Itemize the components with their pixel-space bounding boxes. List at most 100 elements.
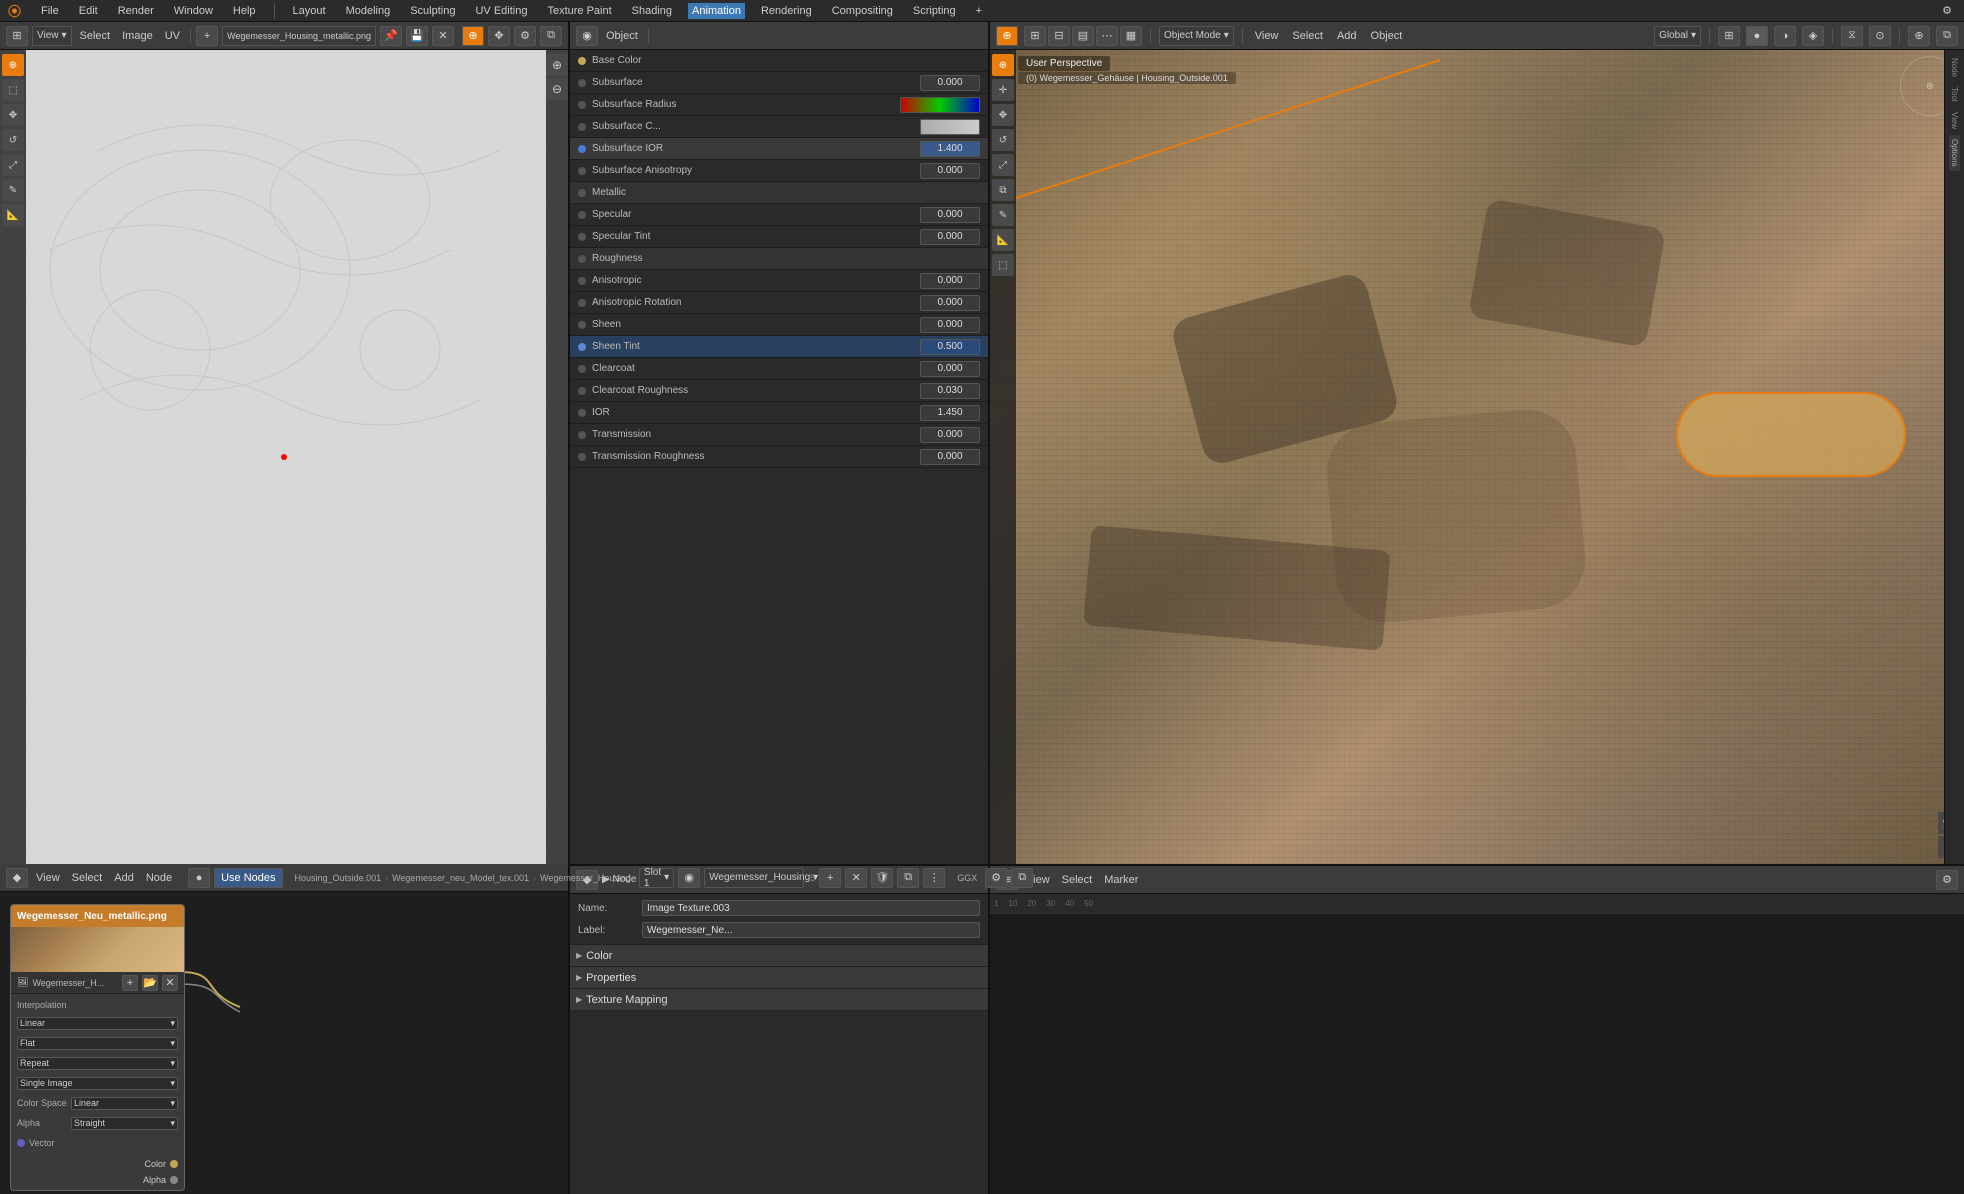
vp-icon1[interactable]: ⊞ xyxy=(1024,26,1046,46)
tab-tool[interactable]: Tool xyxy=(1949,83,1960,106)
alpha-select[interactable]: Straight ▾ xyxy=(71,1117,178,1130)
vp-overlay[interactable]: ⧉ xyxy=(1936,26,1958,46)
node-editor-icon[interactable]: ◆ xyxy=(6,868,28,888)
source-select[interactable]: Single Image ▾ xyxy=(17,1077,178,1090)
vp-material[interactable]: ◑ xyxy=(1774,26,1796,46)
tab-view[interactable]: View xyxy=(1949,108,1960,133)
tool-cursor[interactable]: ⊕ xyxy=(2,54,24,76)
vp-tool-rotate[interactable]: ↺ xyxy=(992,129,1014,151)
subsurface-value[interactable]: 0.000 xyxy=(920,75,980,91)
projection-select[interactable]: Flat ▾ xyxy=(17,1037,178,1050)
sh-object[interactable]: Object xyxy=(602,28,642,44)
vp-tool-cursor[interactable]: ✛ xyxy=(992,79,1014,101)
vp-snap[interactable]: ⧖ xyxy=(1841,26,1863,46)
ba-marker[interactable]: Marker xyxy=(1100,872,1142,888)
subsurface-color-value[interactable] xyxy=(920,119,980,135)
tool-rotate[interactable]: ↺ xyxy=(2,129,24,151)
ne-node[interactable]: Node xyxy=(142,870,176,886)
ne-settings[interactable]: ⚙ xyxy=(985,868,1007,888)
uv-new[interactable]: + xyxy=(196,26,218,46)
node-img-open[interactable]: 📂 xyxy=(142,975,158,991)
vp-tool-scale[interactable]: ⤢ xyxy=(992,154,1014,176)
menu-render[interactable]: Render xyxy=(114,3,158,19)
uv-orbit[interactable]: ⊕ xyxy=(462,26,484,46)
vp-add[interactable]: Add xyxy=(1333,28,1361,44)
interpolation-select[interactable]: Linear ▾ xyxy=(17,1017,178,1030)
tab-node[interactable]: Node xyxy=(1949,54,1960,81)
ne-unlink[interactable]: ✕ xyxy=(845,868,867,888)
ba-settings[interactable]: ⚙ xyxy=(1936,870,1958,890)
uv-settings[interactable]: ⚙ xyxy=(514,26,536,46)
vp-tool-add[interactable]: ⬚ xyxy=(992,254,1014,276)
uv-image[interactable]: Image xyxy=(118,28,157,44)
slot-dropdown[interactable]: Slot 1 ▾ xyxy=(639,868,674,888)
vp-tool-select[interactable]: ⊕ xyxy=(992,54,1014,76)
transmission-value[interactable]: 0.000 xyxy=(920,427,980,443)
uv-close[interactable]: ✕ xyxy=(432,26,454,46)
subsurface-ior-value[interactable]: 1.400 xyxy=(920,141,980,157)
extension-select[interactable]: Repeat ▾ xyxy=(17,1057,178,1070)
menu-file[interactable]: File xyxy=(37,3,63,19)
vp-tool-transform[interactable]: ⧉ xyxy=(992,179,1014,201)
uv-filename-dropdown[interactable]: Wegemesser_Housing_metallic.png xyxy=(222,26,376,46)
ne-extra[interactable]: ⋮ xyxy=(923,868,945,888)
specular-value[interactable]: 0.000 xyxy=(920,207,980,223)
uv-pan[interactable]: ✥ xyxy=(488,26,510,46)
vp-view[interactable]: View xyxy=(1251,28,1283,44)
vp-tool-annotate[interactable]: ✎ xyxy=(992,204,1014,226)
transmission-roughness-value[interactable]: 0.000 xyxy=(920,449,980,465)
uv-editor-icon[interactable]: ⊞ xyxy=(6,26,28,46)
menu-uv-editing[interactable]: UV Editing xyxy=(471,3,531,19)
material-dropdown[interactable]: Wegemesser_Housing ▾ xyxy=(704,868,804,888)
uv-pin[interactable]: 📌 xyxy=(380,26,402,46)
vp-xray[interactable]: ⊞ xyxy=(1718,26,1740,46)
tool-annotate[interactable]: ✎ xyxy=(2,179,24,201)
ne-object-icon[interactable]: ● xyxy=(188,868,210,888)
ne-use-nodes-check[interactable]: Use Nodes xyxy=(214,868,282,888)
subsurface-anisotropy-value[interactable]: 0.000 xyxy=(920,163,980,179)
sheen-tint-value[interactable]: 0.500 xyxy=(920,339,980,355)
menu-gear[interactable]: ⚙ xyxy=(1938,2,1956,19)
menu-compositing[interactable]: Compositing xyxy=(828,3,897,19)
vp-icon4[interactable]: ⋯ xyxy=(1096,26,1118,46)
menu-shading[interactable]: Shading xyxy=(628,3,676,19)
tool-scale[interactable]: ⤢ xyxy=(2,154,24,176)
vp-gizmo[interactable]: ⊕ xyxy=(1908,26,1930,46)
vp-render[interactable]: ◈ xyxy=(1802,26,1824,46)
tool-measure[interactable]: 📐 xyxy=(2,204,24,226)
ne-new[interactable]: + xyxy=(819,868,841,888)
np-label-field[interactable]: Wegemesser_Ne... xyxy=(642,922,980,938)
menu-help[interactable]: Help xyxy=(229,3,260,19)
ne-add[interactable]: Add xyxy=(110,870,138,886)
tab-options[interactable]: Options xyxy=(1949,135,1960,171)
view-dropdown[interactable]: View ▾ xyxy=(32,26,72,46)
uv-save[interactable]: 💾 xyxy=(406,26,428,46)
ne-fake-user[interactable]: 🛡 xyxy=(871,868,893,888)
anisotropic-value[interactable]: 0.000 xyxy=(920,273,980,289)
uv-zoom-out[interactable]: ⊖ xyxy=(546,78,568,100)
sheen-value[interactable]: 0.000 xyxy=(920,317,980,333)
tool-move[interactable]: ✥ xyxy=(2,104,24,126)
uv-select[interactable]: Select xyxy=(76,28,115,44)
vp-solid[interactable]: ● xyxy=(1746,26,1768,46)
anisotropic-rotation-value[interactable]: 0.000 xyxy=(920,295,980,311)
colorspace-select[interactable]: Linear ▾ xyxy=(71,1097,178,1110)
specular-tint-value[interactable]: 0.000 xyxy=(920,229,980,245)
vp-icon2[interactable]: ⊟ xyxy=(1048,26,1070,46)
menu-edit[interactable]: Edit xyxy=(75,3,102,19)
vp-global-dropdown[interactable]: Global ▾ xyxy=(1654,26,1701,46)
menu-sculpting[interactable]: Sculpting xyxy=(406,3,459,19)
menu-texture-paint[interactable]: Texture Paint xyxy=(543,3,615,19)
vp-tool-move[interactable]: ✥ xyxy=(992,104,1014,126)
menu-animation[interactable]: Animation xyxy=(688,3,745,19)
tool-select-box[interactable]: ⬚ xyxy=(2,79,24,101)
vp-cursor-icon[interactable]: ⊕ xyxy=(996,26,1018,46)
ne-view[interactable]: View xyxy=(32,870,64,886)
ne-duplicate[interactable]: ⧉ xyxy=(897,868,919,888)
clearcoat-value[interactable]: 0.000 xyxy=(920,361,980,377)
uv-zoom-in[interactable]: ⊕ xyxy=(546,54,568,76)
menu-rendering[interactable]: Rendering xyxy=(757,3,816,19)
shader-icon[interactable]: ◉ xyxy=(576,26,598,46)
vp-object[interactable]: Object xyxy=(1367,28,1407,44)
properties-section-header[interactable]: ▶ Properties xyxy=(570,967,988,989)
